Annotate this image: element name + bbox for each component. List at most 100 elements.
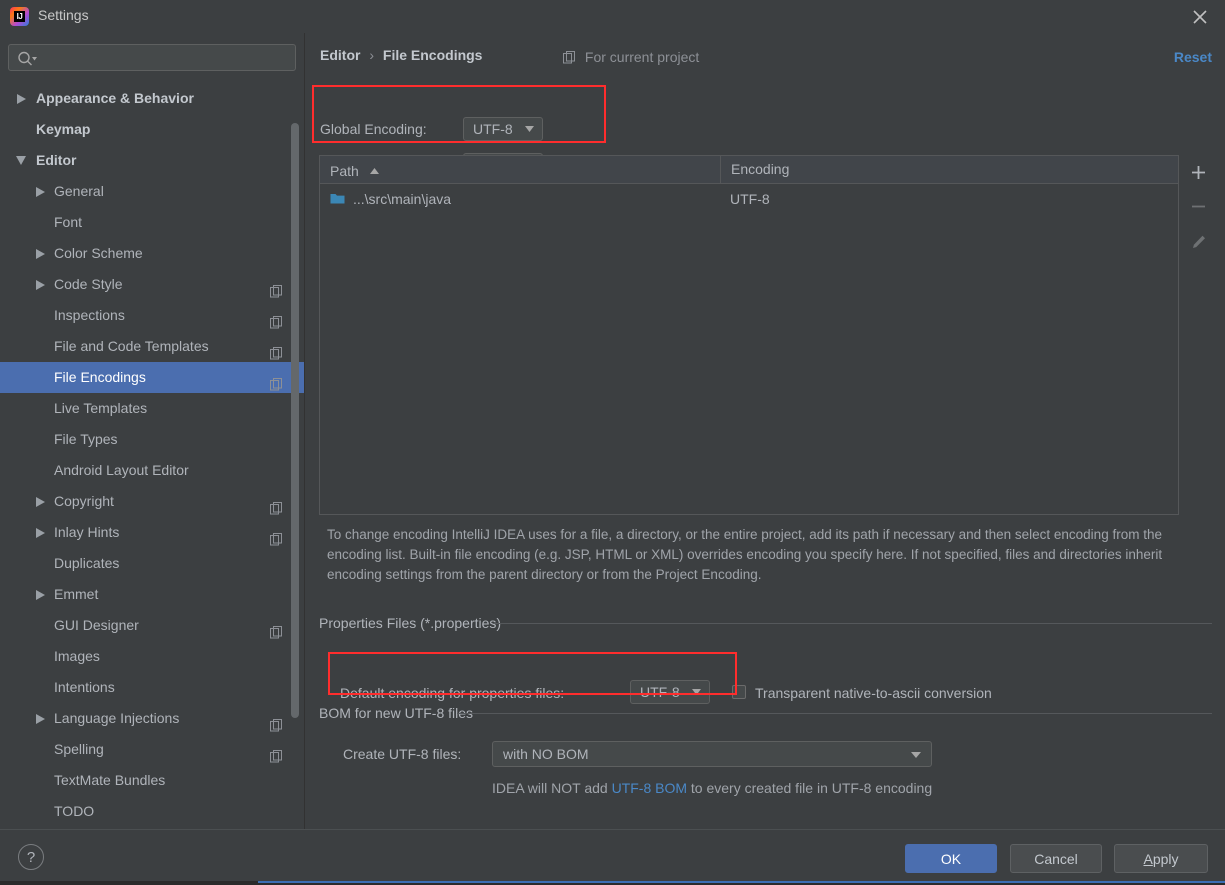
copy-settings-icon[interactable] xyxy=(270,371,283,391)
intellij-idea-logo-icon: IJ xyxy=(10,7,29,26)
sidebar-item-font[interactable]: Font xyxy=(0,207,305,238)
sidebar-item-color-scheme[interactable]: Color Scheme xyxy=(0,238,305,269)
chevron-right-icon[interactable] xyxy=(33,176,47,207)
taskbar-accent xyxy=(258,881,1225,883)
global-encoding-combobox[interactable]: UTF-8 xyxy=(463,117,543,141)
copy-settings-icon[interactable] xyxy=(270,495,283,515)
sidebar-item-label: Duplicates xyxy=(54,555,120,571)
sidebar-item-images[interactable]: Images xyxy=(0,641,305,672)
sidebar-item-keymap[interactable]: Keymap xyxy=(0,114,305,145)
column-header-encoding-label: Encoding xyxy=(731,161,790,177)
sidebar-item-todo[interactable]: TODO xyxy=(0,796,305,827)
sidebar-item-label: Copyright xyxy=(54,493,114,509)
copy-settings-icon[interactable] xyxy=(270,526,283,546)
bom-mode-combobox[interactable]: with NO BOM xyxy=(492,741,932,767)
chevron-down-icon xyxy=(525,126,534,132)
title-bar: IJ Settings xyxy=(0,0,1225,33)
properties-section-title: Properties Files (*.properties) xyxy=(319,615,502,631)
add-encoding-button[interactable] xyxy=(1180,155,1217,189)
sidebar-item-file-encodings[interactable]: File Encodings xyxy=(0,362,305,393)
sidebar-item-intentions[interactable]: Intentions xyxy=(0,672,305,703)
edit-encoding-button[interactable] xyxy=(1180,225,1217,259)
sidebar-item-label: Spelling xyxy=(54,741,104,757)
copy-settings-icon[interactable] xyxy=(270,340,283,360)
sidebar-item-inlay-hints[interactable]: Inlay Hints xyxy=(0,517,305,548)
copy-settings-icon[interactable] xyxy=(270,309,283,329)
sidebar-item-label: Code Style xyxy=(54,276,123,292)
reset-link[interactable]: Reset xyxy=(1174,49,1212,65)
sidebar-item-label: Appearance & Behavior xyxy=(36,90,194,106)
chevron-right-icon[interactable] xyxy=(33,269,47,300)
sidebar-item-editor[interactable]: Editor xyxy=(0,145,305,176)
chevron-down-icon xyxy=(692,689,701,695)
sidebar-item-label: Font xyxy=(54,214,83,230)
transparent-native-to-ascii-checkbox[interactable] xyxy=(732,685,746,699)
sidebar-item-copyright[interactable]: Copyright xyxy=(0,486,305,517)
properties-encoding-combobox[interactable]: UTF-8 xyxy=(630,680,710,704)
sidebar-item-appearance-behavior[interactable]: Appearance & Behavior xyxy=(0,83,305,114)
close-icon[interactable] xyxy=(1189,6,1211,28)
create-utf8-files-label: Create UTF-8 files: xyxy=(343,746,462,762)
sidebar-item-duplicates[interactable]: Duplicates xyxy=(0,548,305,579)
ok-button[interactable]: OK xyxy=(905,844,997,873)
chevron-right-icon[interactable] xyxy=(33,517,47,548)
sidebar-item-label: GUI Designer xyxy=(54,617,139,633)
chevron-down-icon[interactable] xyxy=(14,145,28,176)
transparent-native-to-ascii-label: Transparent native-to-ascii conversion xyxy=(755,685,992,701)
cancel-button[interactable]: Cancel xyxy=(1010,844,1102,873)
sidebar-item-inspections[interactable]: Inspections xyxy=(0,300,305,331)
sidebar-item-gui-designer[interactable]: GUI Designer xyxy=(0,610,305,641)
search-input[interactable] xyxy=(41,45,291,70)
copy-settings-icon[interactable] xyxy=(270,743,283,763)
chevron-right-icon[interactable] xyxy=(33,579,47,610)
sidebar-item-file-and-code-templates[interactable]: File and Code Templates xyxy=(0,331,305,362)
sidebar-item-label: TODO xyxy=(54,803,95,819)
global-encoding-value: UTF-8 xyxy=(473,121,513,137)
sidebar-item-code-style[interactable]: Code Style xyxy=(0,269,305,300)
sidebar-item-android-layout-editor[interactable]: Android Layout Editor xyxy=(0,455,305,486)
sidebar-item-textmate-bundles[interactable]: TextMate Bundles xyxy=(0,765,305,796)
apply-button[interactable]: Apply xyxy=(1114,844,1208,873)
chevron-right-icon[interactable] xyxy=(33,703,47,734)
sidebar-item-spelling[interactable]: Spelling xyxy=(0,734,305,765)
copy-settings-icon[interactable] xyxy=(270,712,283,732)
column-header-path[interactable]: Path xyxy=(320,156,720,183)
sidebar-item-label: TextMate Bundles xyxy=(54,772,166,788)
sidebar-item-label: Emmet xyxy=(54,586,99,602)
sidebar-item-emmet[interactable]: Emmet xyxy=(0,579,305,610)
sidebar-item-label: General xyxy=(54,183,104,199)
remove-encoding-button[interactable] xyxy=(1180,189,1217,223)
table-header: Path Encoding xyxy=(320,156,1178,184)
sidebar-scrollbar[interactable] xyxy=(291,85,299,829)
search-container xyxy=(8,44,296,71)
sidebar-scrollbar-thumb[interactable] xyxy=(291,123,299,718)
sidebar-item-language-injections[interactable]: Language Injections xyxy=(0,703,305,734)
bom-note-link[interactable]: UTF-8 BOM xyxy=(612,780,687,796)
search-box[interactable] xyxy=(8,44,296,71)
sidebar-item-live-templates[interactable]: Live Templates xyxy=(0,393,305,424)
chevron-right-icon[interactable] xyxy=(33,238,47,269)
sidebar-item-label: Android Layout Editor xyxy=(54,462,189,478)
chevron-right-icon[interactable] xyxy=(33,486,47,517)
sidebar-item-label: File and Code Templates xyxy=(54,338,209,354)
copy-settings-icon[interactable] xyxy=(270,619,283,639)
breadcrumb-parent[interactable]: Editor xyxy=(320,47,360,63)
dialog-footer: ? OK Cancel Apply xyxy=(0,829,1225,885)
help-button[interactable]: ? xyxy=(18,844,44,870)
copy-settings-icon[interactable] xyxy=(270,278,283,298)
for-current-project-text: For current project xyxy=(584,49,700,65)
copy-settings-icon xyxy=(563,51,576,67)
default-properties-encoding-label: Default encoding for properties files: xyxy=(340,685,565,701)
sidebar-item-general[interactable]: General xyxy=(0,176,305,207)
bom-note: IDEA will NOT add UTF-8 BOM to every cre… xyxy=(492,780,932,796)
table-toolbar xyxy=(1180,155,1217,275)
column-header-encoding[interactable]: Encoding xyxy=(721,156,1178,183)
chevron-right-icon[interactable] xyxy=(14,83,28,114)
sidebar-item-file-types[interactable]: File Types xyxy=(0,424,305,455)
table-row[interactable]: ...\src\main\java UTF-8 xyxy=(320,184,1178,214)
table-cell-path: ...\src\main\java xyxy=(353,191,452,207)
sidebar-item-label: Language Injections xyxy=(54,710,180,726)
settings-dialog: IJ Settings Appearance & Behavior Keymap… xyxy=(0,0,1225,885)
sidebar-item-label: Keymap xyxy=(36,121,91,137)
sidebar-item-label: Live Templates xyxy=(54,400,148,416)
